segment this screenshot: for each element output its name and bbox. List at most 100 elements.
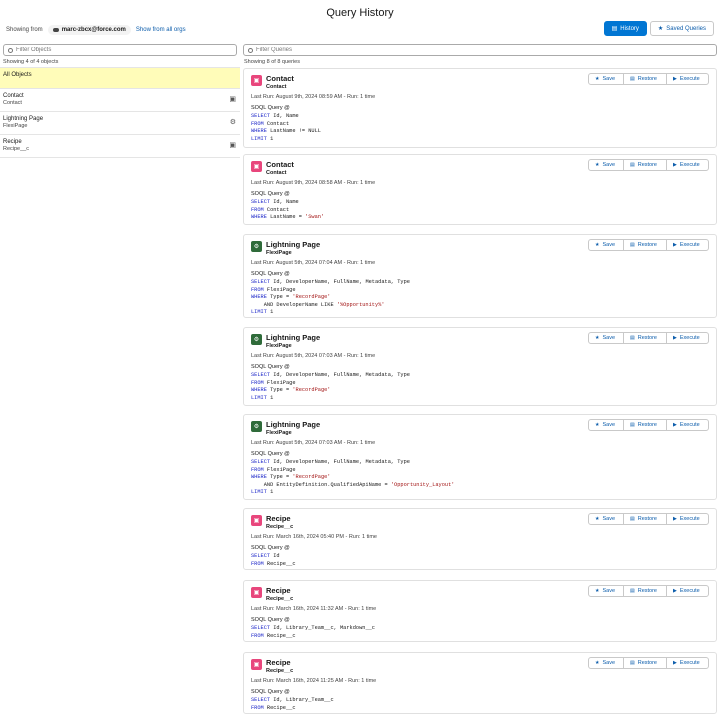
save-button-label: Save	[602, 242, 616, 248]
object-label: Lightning Page	[266, 240, 321, 249]
execute-button-label: Execute	[679, 516, 700, 522]
query-card-title: Contact Contact	[266, 74, 294, 90]
gear-icon: ⚙	[251, 334, 262, 345]
filter-queries-input[interactable]	[256, 47, 674, 53]
code-text: Type =	[266, 294, 293, 300]
restore-icon: ▤	[630, 422, 635, 428]
execute-button[interactable]: ▶ Execute	[666, 73, 709, 85]
execute-button-label: Execute	[679, 588, 700, 594]
org-pill[interactable]: marc-zbcx@force.com	[47, 25, 131, 35]
gear-icon[interactable]: ⚙	[230, 118, 236, 126]
cloud-icon	[52, 28, 59, 32]
keyword: FROM	[251, 704, 264, 711]
execute-button[interactable]: ▶ Execute	[666, 159, 709, 171]
object-name: Recipe	[3, 139, 22, 145]
filter-queries-box[interactable]	[243, 44, 717, 56]
query-card-title: Lightning Page FlexiPage	[266, 333, 320, 349]
restore-button[interactable]: ▤ Restore	[623, 657, 667, 669]
restore-icon: ▤	[630, 588, 635, 594]
query-type-label: SOQL Query @	[251, 545, 290, 551]
code-text: 1	[266, 309, 274, 315]
show-all-orgs-link[interactable]: Show from all orgs	[136, 27, 186, 33]
star-icon: ★	[595, 516, 600, 522]
keyword: SELECT	[251, 279, 271, 285]
star-icon: ★	[595, 588, 600, 594]
code-text: LastName =	[266, 214, 306, 220]
clipboard-icon[interactable]: ▣	[229, 141, 236, 149]
restore-button[interactable]: ▤ Restore	[623, 585, 667, 597]
object-api-name: FlexiPage	[3, 123, 28, 129]
restore-button[interactable]: ▤ Restore	[623, 332, 667, 344]
filter-objects-box[interactable]	[3, 44, 237, 56]
object-api-name: FlexiPage	[266, 250, 292, 256]
query-type-label: SOQL Query @	[251, 364, 290, 370]
object-api-name: Contact	[266, 84, 287, 90]
object-label: Lightning Page	[266, 420, 321, 429]
object-list-item[interactable]: Contact Contact ▣	[0, 89, 240, 112]
restore-icon: ▤	[630, 335, 635, 341]
execute-button[interactable]: ▶ Execute	[666, 513, 709, 525]
code-line: SELECT Id, DeveloperName, FullName, Meta…	[251, 279, 410, 287]
all-objects-item[interactable]: All Objects	[0, 67, 240, 89]
execute-button[interactable]: ▶ Execute	[666, 585, 709, 597]
query-card-title: Lightning Page FlexiPage	[266, 240, 320, 256]
execute-button[interactable]: ▶ Execute	[666, 239, 709, 251]
save-button[interactable]: ★ Save	[588, 419, 624, 431]
keyword: LIMIT	[251, 135, 267, 142]
restore-button[interactable]: ▤ Restore	[623, 419, 667, 431]
title-bar: Query History	[0, 0, 720, 22]
code-text: Type =	[266, 474, 293, 480]
filter-objects-input[interactable]	[16, 47, 218, 53]
calendar-icon: ▤	[611, 26, 618, 32]
search-icon	[248, 47, 253, 53]
object-list-item[interactable]: Lightning Page FlexiPage ⚙	[0, 112, 240, 135]
object-api-name: Contact	[3, 100, 22, 106]
execute-button[interactable]: ▶ Execute	[666, 657, 709, 669]
code-line: SELECT Id, Library_Team__c, Markdown__c	[251, 625, 375, 633]
execute-button[interactable]: ▶ Execute	[666, 332, 709, 344]
save-button[interactable]: ★ Save	[588, 73, 624, 85]
save-button[interactable]: ★ Save	[588, 657, 624, 669]
save-button[interactable]: ★ Save	[588, 332, 624, 344]
execute-button-label: Execute	[679, 660, 700, 666]
queries-panel: Showing 8 of 8 queries ▣ContactContactLa…	[243, 42, 717, 727]
save-button[interactable]: ★ Save	[588, 513, 624, 525]
restore-button[interactable]: ▤ Restore	[623, 159, 667, 171]
object-list-item[interactable]: Recipe Recipe__c ▣	[0, 135, 240, 158]
query-type-label: SOQL Query @	[251, 191, 290, 197]
clipboard-icon: ▣	[251, 587, 262, 598]
save-button[interactable]: ★ Save	[588, 239, 624, 251]
restore-icon: ▤	[630, 516, 635, 522]
code-text: 1	[266, 489, 274, 495]
history-button[interactable]: ▤ History	[603, 21, 647, 36]
code-text: LastName != NULL	[266, 128, 321, 134]
restore-button[interactable]: ▤ Restore	[623, 239, 667, 251]
saved-queries-button[interactable]: ★ Saved Queries	[649, 21, 714, 36]
clipboard-icon: ▣	[251, 75, 262, 86]
object-label: Contact	[266, 74, 294, 83]
code-line: SELECT Id, Name	[251, 199, 324, 207]
restore-icon: ▤	[630, 162, 635, 168]
code-text: AND EntityDefinition.QualifiedApiName =	[251, 481, 391, 488]
restore-button[interactable]: ▤ Restore	[623, 73, 667, 85]
save-button[interactable]: ★ Save	[588, 585, 624, 597]
object-list: Contact Contact ▣ Lightning Page FlexiPage ⚙ R…	[0, 89, 240, 158]
keyword: SELECT	[251, 113, 271, 119]
restore-button[interactable]: ▤ Restore	[623, 513, 667, 525]
code-text: Contact	[263, 120, 290, 127]
restore-icon: ▤	[630, 660, 635, 666]
code-text: Id, DeveloperName, FullName, Metadata, T…	[270, 279, 410, 285]
last-run-info: Last Run: March 16th, 2024 11:25 AM - Ru…	[251, 678, 377, 684]
object-api-name: Recipe__c	[3, 146, 29, 152]
execute-button[interactable]: ▶ Execute	[666, 419, 709, 431]
clipboard-icon[interactable]: ▣	[229, 95, 236, 103]
object-api-name: Contact	[266, 170, 287, 176]
save-button[interactable]: ★ Save	[588, 159, 624, 171]
query-card: ⚙ Lightning Page FlexiPage Last Run: August…	[243, 234, 717, 318]
code-line: WHERE LastName = 'Swan'	[251, 214, 324, 222]
string-literal: 'Opportunity_Layout'	[390, 481, 455, 488]
restore-button-label: Restore	[637, 588, 657, 594]
query-type-label: SOQL Query @	[251, 617, 290, 623]
query-actions: ★ Save ▤ Restore ▶ Execute	[588, 239, 709, 251]
clipboard-icon: ▣	[251, 161, 262, 172]
